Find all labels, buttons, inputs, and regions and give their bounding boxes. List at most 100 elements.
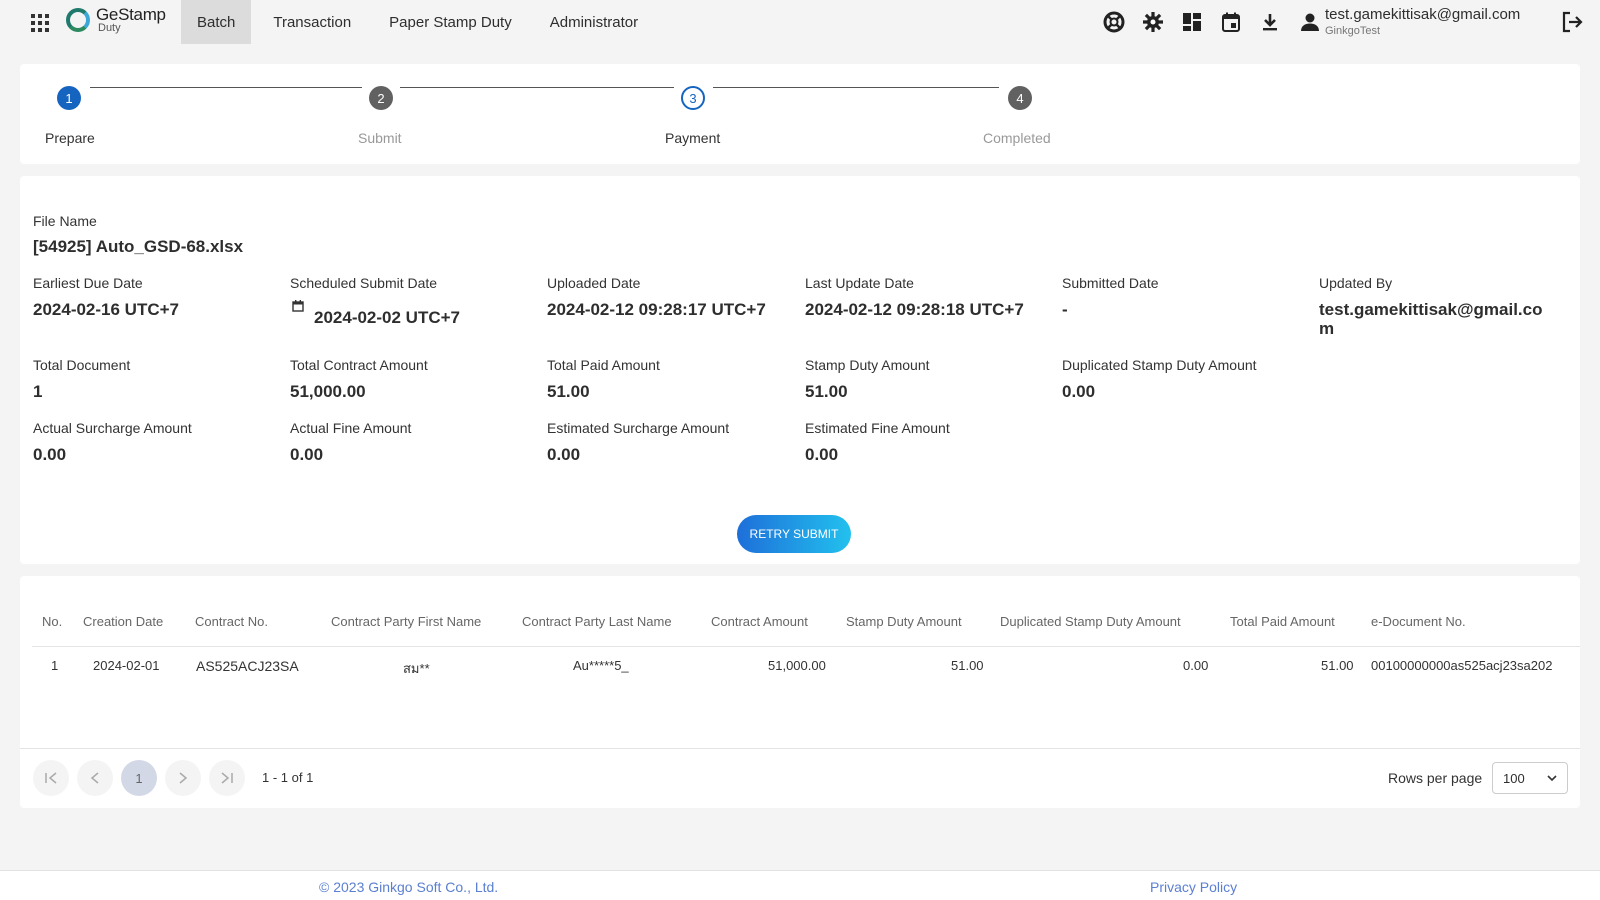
est-surcharge-label: Estimated Surcharge Amount bbox=[547, 420, 730, 436]
column-header[interactable]: No. bbox=[42, 614, 62, 629]
actual-surcharge-value: 0.00 bbox=[33, 445, 67, 464]
user-icon bbox=[1301, 13, 1319, 31]
step-connector bbox=[90, 87, 362, 88]
top-bar: GeStamp Duty Batch Transaction Paper Sta… bbox=[0, 0, 1600, 44]
file-name-label: File Name bbox=[33, 213, 97, 229]
stamp-duty-label: Stamp Duty Amount bbox=[805, 357, 930, 373]
rows-per-page-select[interactable]: 100 bbox=[1492, 762, 1568, 794]
step-4-label: Completed bbox=[983, 130, 1051, 146]
user-org: GinkgoTest bbox=[1325, 25, 1381, 37]
retry-submit-button[interactable]: RETRY SUBMIT bbox=[737, 515, 851, 553]
download-icon[interactable] bbox=[1259, 11, 1281, 33]
nav-batch[interactable]: Batch bbox=[181, 0, 252, 44]
settings-gear-icon[interactable] bbox=[1142, 11, 1164, 33]
last-update-value: 2024-02-12 09:28:18 UTC+7 bbox=[805, 300, 1024, 319]
nav-paper-stamp-duty[interactable]: Paper Stamp Duty bbox=[373, 0, 528, 44]
submitted-date-value: - bbox=[1062, 300, 1068, 319]
column-header[interactable]: Duplicated Stamp Duty Amount bbox=[1000, 614, 1181, 629]
first-page-button[interactable] bbox=[33, 760, 69, 796]
calendar-small-icon[interactable] bbox=[292, 300, 304, 312]
total-contract-label: Total Contract Amount bbox=[290, 357, 428, 373]
user-menu[interactable]: test.gamekittisak@gmail.com GinkgoTest bbox=[1299, 6, 1520, 37]
header-divider bbox=[32, 646, 1580, 647]
earliest-due-label: Earliest Due Date bbox=[33, 275, 143, 291]
cell-stamp-duty: 51.00 bbox=[951, 658, 984, 673]
column-header[interactable]: Stamp Duty Amount bbox=[846, 614, 962, 629]
uploaded-date-value: 2024-02-12 09:28:17 UTC+7 bbox=[547, 300, 766, 319]
cell-first-name: สม** bbox=[403, 661, 430, 676]
scheduled-submit-label: Scheduled Submit Date bbox=[290, 275, 438, 291]
cell-no: 1 bbox=[51, 658, 59, 673]
cell-dup-stamp-duty: 0.00 bbox=[1183, 658, 1209, 673]
calendar-icon[interactable] bbox=[1220, 11, 1242, 33]
help-lifebuoy-icon[interactable] bbox=[1103, 11, 1125, 33]
step-connector bbox=[713, 87, 999, 88]
last-page-icon bbox=[221, 772, 233, 784]
column-header[interactable]: Contract Party First Name bbox=[331, 614, 481, 629]
page-footer: © 2023 Ginkgo Soft Co., Ltd. Privacy Pol… bbox=[0, 870, 1600, 900]
rows-per-page-value: 100 bbox=[1503, 770, 1525, 786]
main-nav: Batch Transaction Paper Stamp Duty Admin… bbox=[181, 0, 660, 44]
column-header[interactable]: Contract No. bbox=[195, 614, 268, 629]
cell-contract-amount: 51,000.00 bbox=[768, 658, 826, 673]
column-header[interactable]: Contract Party Last Name bbox=[522, 614, 672, 629]
first-page-icon bbox=[45, 772, 57, 784]
step-connector bbox=[400, 87, 674, 88]
last-page-button[interactable] bbox=[209, 760, 245, 796]
rows-per-page-label: Rows per page bbox=[1388, 770, 1483, 786]
step-1-label: Prepare bbox=[45, 130, 95, 146]
step-3-indicator: 3 bbox=[681, 86, 705, 110]
cell-last-name: Au*****5_ bbox=[573, 658, 629, 673]
uploaded-date-label: Uploaded Date bbox=[547, 275, 641, 291]
actual-fine-label: Actual Fine Amount bbox=[290, 420, 412, 436]
total-paid-value: 51.00 bbox=[547, 382, 590, 401]
apps-grid-icon[interactable] bbox=[31, 14, 49, 32]
privacy-policy-link[interactable]: Privacy Policy bbox=[1150, 879, 1237, 895]
last-update-label: Last Update Date bbox=[805, 275, 914, 291]
prev-page-button[interactable] bbox=[77, 760, 113, 796]
column-header[interactable]: Creation Date bbox=[83, 614, 163, 629]
step-4-indicator: 4 bbox=[1008, 86, 1032, 110]
copyright-text: © 2023 Ginkgo Soft Co., Ltd. bbox=[319, 879, 499, 895]
column-header[interactable]: e-Document No. bbox=[1371, 614, 1466, 629]
chevron-left-icon bbox=[90, 772, 99, 784]
submitted-date-label: Submitted Date bbox=[1062, 275, 1159, 291]
page-number-button[interactable]: 1 bbox=[121, 760, 157, 796]
file-name-value: [54925] Auto_GSD-68.xlsx bbox=[33, 237, 244, 256]
est-fine-value: 0.00 bbox=[805, 445, 839, 464]
actual-fine-value: 0.00 bbox=[290, 445, 324, 464]
stamp-duty-value: 51.00 bbox=[805, 382, 848, 401]
dup-stamp-duty-label: Duplicated Stamp Duty Amount bbox=[1062, 357, 1257, 373]
actual-surcharge-label: Actual Surcharge Amount bbox=[33, 420, 192, 436]
brand-name: GeStamp bbox=[96, 5, 166, 24]
scheduled-submit-value: 2024-02-02 UTC+7 bbox=[314, 308, 461, 327]
dup-stamp-duty-value: 0.00 bbox=[1062, 382, 1096, 401]
next-page-button[interactable] bbox=[165, 760, 201, 796]
nav-transaction[interactable]: Transaction bbox=[257, 0, 367, 44]
column-header[interactable]: Total Paid Amount bbox=[1230, 614, 1335, 629]
cell-creation-date: 2024-02-01 bbox=[93, 658, 160, 673]
cell-e-document-no: 00100000000as525acj23sa202 bbox=[1371, 658, 1553, 673]
est-fine-label: Estimated Fine Amount bbox=[805, 420, 950, 436]
updated-by-label: Updated By bbox=[1319, 275, 1393, 291]
batch-info-card: File Name [54925] Auto_GSD-68.xlsx Earli… bbox=[20, 176, 1580, 564]
total-paid-label: Total Paid Amount bbox=[547, 357, 660, 373]
pagination-range: 1 - 1 of 1 bbox=[262, 770, 314, 785]
total-document-value: 1 bbox=[33, 382, 43, 401]
step-2-label: Submit bbox=[358, 130, 402, 146]
cell-contract-no: AS525ACJ23SA bbox=[196, 658, 299, 674]
brand-sub: Duty bbox=[98, 22, 121, 34]
toolbar-icons bbox=[1103, 11, 1298, 33]
logout-icon[interactable] bbox=[1560, 10, 1584, 34]
step-1-indicator: 1 bbox=[57, 86, 81, 110]
dashboard-icon[interactable] bbox=[1181, 11, 1203, 33]
earliest-due-value: 2024-02-16 UTC+7 bbox=[33, 300, 180, 319]
est-surcharge-value: 0.00 bbox=[547, 445, 581, 464]
step-2-indicator: 2 bbox=[369, 86, 393, 110]
nav-administrator[interactable]: Administrator bbox=[534, 0, 654, 44]
logo[interactable]: GeStamp Duty bbox=[66, 6, 166, 34]
documents-table-card: No. Creation Date Contract No. Contract … bbox=[20, 576, 1580, 808]
user-email: test.gamekittisak@gmail.com bbox=[1325, 6, 1521, 23]
column-header[interactable]: Contract Amount bbox=[711, 614, 808, 629]
step-3-label: Payment bbox=[665, 130, 721, 146]
